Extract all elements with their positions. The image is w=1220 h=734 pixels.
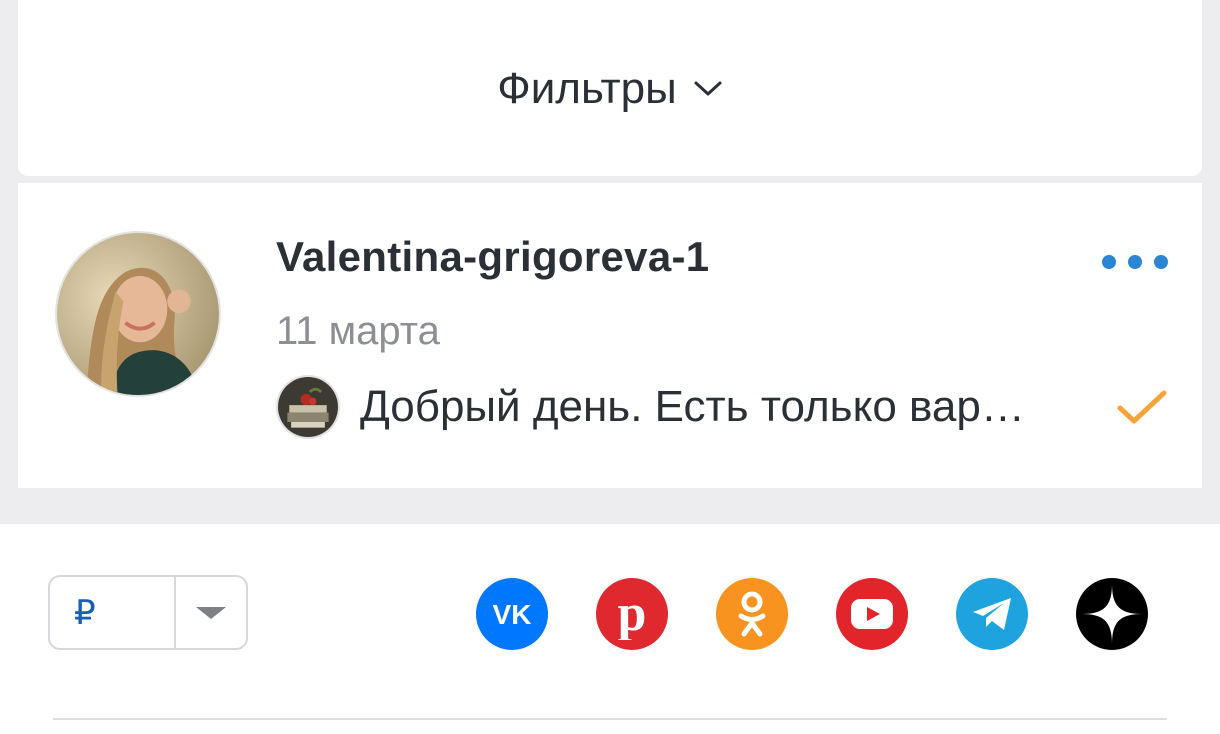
dzen-icon[interactable] xyxy=(1076,578,1148,650)
avatar[interactable] xyxy=(55,231,221,397)
pinterest-icon[interactable]: p xyxy=(596,578,668,650)
message-list-item[interactable]: Valentina-grigoreva-1 11 марта Добрый де… xyxy=(18,183,1202,488)
svg-text:VK: VK xyxy=(493,600,532,628)
vk-icon[interactable]: VK xyxy=(476,578,548,650)
message-preview-text: Добрый день. Есть только вар… xyxy=(360,382,1025,431)
checkmark-icon xyxy=(1117,390,1167,424)
username[interactable]: Valentina-grigoreva-1 xyxy=(276,233,709,281)
message-preview-row: Добрый день. Есть только вар… xyxy=(276,375,1085,439)
chevron-down-icon xyxy=(694,81,722,96)
currency-value: ₽ xyxy=(50,577,176,648)
filters-panel: Фильтры xyxy=(18,0,1202,176)
youtube-icon[interactable] xyxy=(836,578,908,650)
divider xyxy=(53,718,1167,720)
currency-select[interactable]: ₽ xyxy=(48,575,248,650)
message-date: 11 марта xyxy=(276,309,440,353)
telegram-icon[interactable] xyxy=(956,578,1028,650)
filters-label: Фильтры xyxy=(497,64,677,113)
content-background: Фильтры Valentina-grigoreva-1 11 марта Д… xyxy=(0,0,1220,524)
svg-text:p: p xyxy=(618,588,647,640)
dropdown-arrow-icon xyxy=(176,577,246,648)
filters-button[interactable]: Фильтры xyxy=(497,64,722,114)
odnoklassniki-icon[interactable] xyxy=(716,578,788,650)
more-options-icon[interactable] xyxy=(1102,251,1168,273)
sender-avatar xyxy=(276,375,340,439)
